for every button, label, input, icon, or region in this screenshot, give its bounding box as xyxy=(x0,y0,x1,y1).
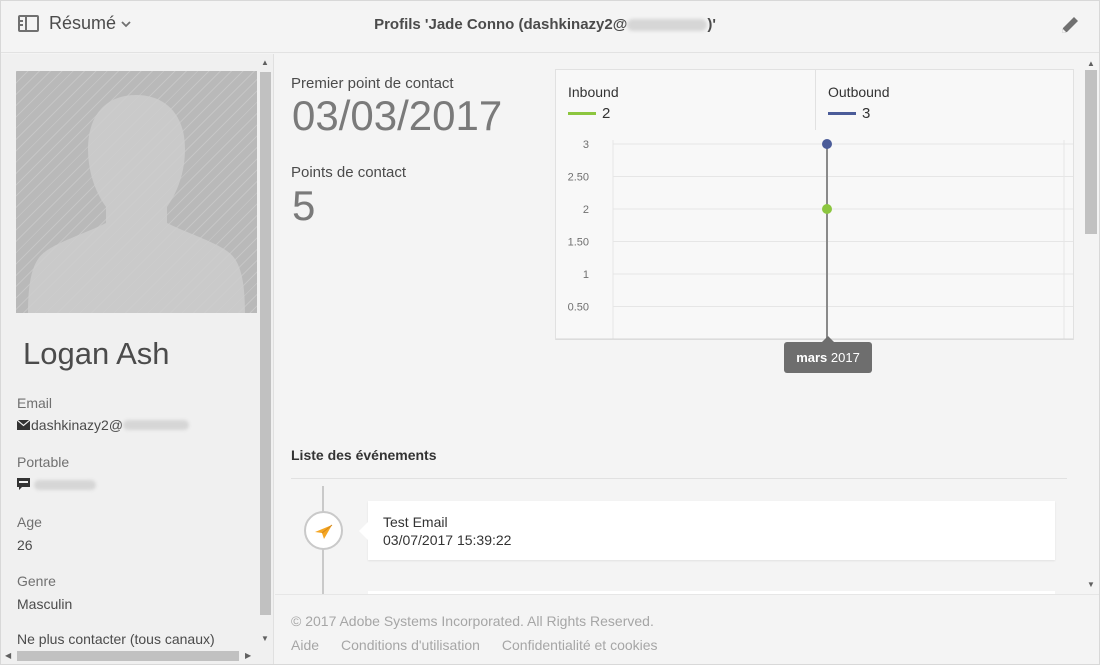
y-tick-label: 2.50 xyxy=(568,172,589,184)
event-type-badge xyxy=(304,511,343,550)
mobile-value xyxy=(17,478,96,491)
scrollbar-thumb[interactable] xyxy=(260,72,271,615)
no-contact-label: Ne plus contacter (tous canaux) xyxy=(17,631,215,647)
scroll-up-arrow-icon[interactable]: ▲ xyxy=(1087,60,1095,68)
first-contact-label: Premier point de contact xyxy=(291,75,454,92)
y-tick-label: 3 xyxy=(583,139,589,151)
email-label: Email xyxy=(17,395,53,411)
scrollbar-thumb[interactable] xyxy=(17,651,239,661)
send-icon xyxy=(315,524,333,539)
tooltip-month: mars xyxy=(796,350,828,365)
redacted-email-domain xyxy=(123,420,190,430)
y-tick-label: 1.50 xyxy=(568,237,589,249)
page-title: Profils 'Jade Conno (dashkinazy2@ )' xyxy=(1,16,1089,33)
data-point-outbound xyxy=(822,139,832,149)
profile-panel: Logan Ash Email dashkinazy2@ Portable Ag… xyxy=(1,54,274,664)
chart-tooltip: mars 2017 xyxy=(784,336,872,373)
mobile-label: Portable xyxy=(17,454,70,470)
left-horizontal-scrollbar[interactable]: ◀ ▶ xyxy=(1,648,258,664)
y-tick-label: 0.50 xyxy=(568,302,589,314)
main-vertical-scrollbar[interactable]: ▲ ▼ xyxy=(1083,54,1099,594)
title-email-user: (dashkinazy2@ xyxy=(518,16,628,33)
redacted-domain xyxy=(627,19,708,32)
section-divider xyxy=(291,478,1067,479)
age-value: 26 xyxy=(17,537,33,553)
tooltip-year: 2017 xyxy=(830,350,860,365)
event-date: 03/07/2017 15:39:22 xyxy=(383,532,512,548)
gender-value: Masculin xyxy=(17,596,73,612)
events-section-title: Liste des événements xyxy=(291,447,437,463)
privacy-link[interactable]: Confidentialité et cookies xyxy=(502,637,658,653)
copyright-text: © 2017 Adobe Systems Incorporated. All R… xyxy=(291,613,654,629)
redacted-phone xyxy=(34,479,96,490)
contact-chart: Inbound 2 Outbound 3 3 2.50 2 1.50 1 0.50 xyxy=(555,69,1074,340)
terms-link[interactable]: Conditions d'utilisation xyxy=(341,637,480,653)
scrollbar-thumb[interactable] xyxy=(1085,70,1097,234)
event-title: Test Email xyxy=(383,514,448,530)
left-vertical-scrollbar[interactable]: ▲ ▼ xyxy=(258,54,273,649)
touchpoints-value: 5 xyxy=(292,182,316,229)
scroll-right-arrow-icon[interactable]: ▶ xyxy=(245,652,251,660)
sms-icon xyxy=(17,478,30,490)
email-value: dashkinazy2@ xyxy=(17,417,190,433)
scroll-up-arrow-icon[interactable]: ▲ xyxy=(261,59,269,67)
avatar xyxy=(16,71,257,313)
chart-plot: 3 2.50 2 1.50 1 0.50 xyxy=(556,139,1073,340)
footer-links: Aide Conditions d'utilisation Confidenti… xyxy=(291,637,658,653)
data-point-inbound xyxy=(822,204,832,214)
scroll-left-arrow-icon[interactable]: ◀ xyxy=(5,652,11,660)
help-link[interactable]: Aide xyxy=(291,637,319,653)
footer: © 2017 Adobe Systems Incorporated. All R… xyxy=(275,594,1099,664)
header-bar: Résumé Profils 'Jade Conno (dashkinazy2@… xyxy=(1,1,1099,53)
touchpoints-label: Points de contact xyxy=(291,164,407,181)
gender-label: Genre xyxy=(17,573,56,589)
profile-window: Résumé Profils 'Jade Conno (dashkinazy2@… xyxy=(0,0,1100,665)
age-label: Age xyxy=(17,514,42,530)
scroll-down-arrow-icon[interactable]: ▼ xyxy=(1087,581,1095,589)
y-tick-label: 2 xyxy=(583,204,589,216)
event-card[interactable]: Test Email 03/07/2017 15:39:22 xyxy=(359,501,1055,560)
email-user: dashkinazy2@ xyxy=(31,417,124,433)
envelope-icon xyxy=(17,420,30,430)
y-tick-label: 1 xyxy=(583,269,589,281)
scroll-down-arrow-icon[interactable]: ▼ xyxy=(261,635,269,643)
person-silhouette-icon xyxy=(28,95,245,313)
profile-name: Logan Ash xyxy=(23,336,170,371)
main-content: Premier point de contact 03/03/2017 Poin… xyxy=(275,54,1083,594)
title-suffix: )' xyxy=(707,16,716,33)
title-prefix: Profils 'Jade Conno xyxy=(374,16,515,33)
first-contact-value: 03/03/2017 xyxy=(292,92,503,139)
edit-pencil-icon[interactable] xyxy=(1059,14,1081,36)
